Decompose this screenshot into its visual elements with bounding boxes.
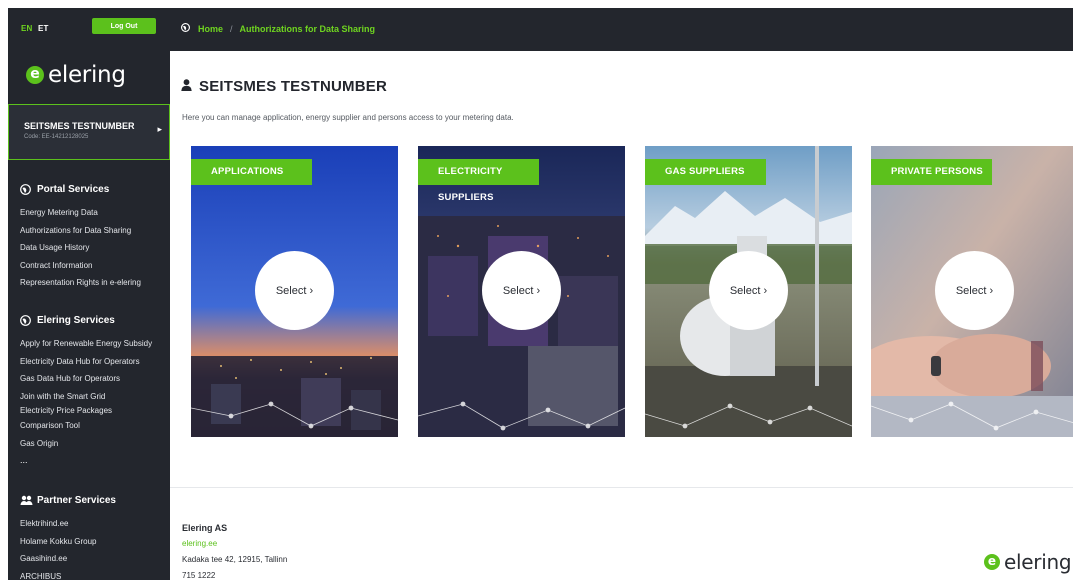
breadcrumb: Home / Authorizations for Data Sharing xyxy=(180,22,376,34)
section-heading: Partner Services xyxy=(20,495,116,506)
elering-logo-icon: e xyxy=(26,66,44,84)
language-switcher: EN ET xyxy=(21,24,49,33)
logout-button[interactable]: Log Out xyxy=(92,18,156,34)
card-gas-suppliers[interactable]: GAS SUPPLIERS Select › xyxy=(645,146,852,437)
sidebar-top: EN ET Log Out xyxy=(8,8,170,52)
lang-et[interactable]: ET xyxy=(38,24,49,33)
sidebar-item-representation-rights[interactable]: Representation Rights in e-elering xyxy=(20,274,141,292)
sidebar-item-electricity-data-hub[interactable]: Electricity Data Hub for Operators xyxy=(20,353,152,371)
footer-divider xyxy=(170,487,1073,488)
sidebar-item-comparison-tool[interactable]: Comparison Tool xyxy=(20,417,152,435)
card-applications[interactable]: APPLICATIONS Select › xyxy=(191,146,398,437)
user-profile-box[interactable]: SEITSMES TESTNUMBER Code: EE-14212128025… xyxy=(8,104,170,160)
sidebar-item-gas-data-hub[interactable]: Gas Data Hub for Operators xyxy=(20,370,152,388)
select-electricity-suppliers-button[interactable]: Select › xyxy=(482,251,561,330)
card-private-persons[interactable]: PRIVATE PERSONS Select › xyxy=(871,146,1073,437)
elering-services-section: Elering Services Apply for Renewable Ene… xyxy=(20,315,152,467)
footer-website-link[interactable]: elering.ee xyxy=(182,539,217,548)
portal-services-section: Portal Services Energy Metering Data Aut… xyxy=(20,184,141,292)
sidebar-item-data-usage-history[interactable]: Data Usage History xyxy=(20,239,141,257)
more-indicator[interactable]: ... xyxy=(20,453,152,467)
logo-text: elering xyxy=(48,62,126,88)
sidebar-item-energy-metering-data[interactable]: Energy Metering Data xyxy=(20,204,141,222)
app-root: EN ET Log Out e elering SEITSMES TESTNUM… xyxy=(0,0,1073,580)
footer-address: Kadaka tee 42, 12915, Tallinn xyxy=(182,555,288,564)
page-title: SEITSMES TESTNUMBER xyxy=(181,78,387,95)
footer-phone: 715 1222 xyxy=(182,571,216,580)
top-bar: Home / Authorizations for Data Sharing xyxy=(170,8,1073,51)
sidebar-item-elektrihind[interactable]: Elektrihind.ee xyxy=(20,515,116,533)
section-heading: Elering Services xyxy=(20,315,152,326)
sidebar-item-gas-origin[interactable]: Gas Origin xyxy=(20,435,152,453)
page-title-text: SEITSMES TESTNUMBER xyxy=(199,78,387,95)
breadcrumb-home-link[interactable]: Home xyxy=(198,24,223,34)
sidebar-item-holame-kokku[interactable]: Holame Kokku Group xyxy=(20,533,116,551)
globe-icon xyxy=(20,184,31,195)
section-title: Partner Services xyxy=(37,495,116,506)
card-tag-gas-suppliers: GAS SUPPLIERS xyxy=(645,159,766,185)
select-gas-suppliers-button[interactable]: Select › xyxy=(709,251,788,330)
footer-company: Elering AS xyxy=(182,523,228,533)
user-icon xyxy=(181,79,192,94)
section-title: Elering Services xyxy=(37,315,115,326)
lang-en[interactable]: EN xyxy=(21,24,33,33)
sidebar-item-authorizations[interactable]: Authorizations for Data Sharing xyxy=(20,222,141,240)
section-title: Portal Services xyxy=(37,184,110,195)
breadcrumb-current-link[interactable]: Authorizations for Data Sharing xyxy=(240,24,376,34)
globe-icon xyxy=(180,22,191,34)
sidebar-item-price-packages[interactable]: Electricity Price Packages xyxy=(20,405,152,417)
handshake-icon xyxy=(20,495,33,506)
chevron-right-icon: ▸ xyxy=(157,124,162,134)
elering-logo-icon: e xyxy=(984,554,1000,570)
card-tag-applications: APPLICATIONS xyxy=(191,159,312,185)
globe-icon xyxy=(20,315,31,326)
user-name: SEITSMES TESTNUMBER xyxy=(24,121,135,131)
card-electricity-suppliers[interactable]: ELECTRICITY SUPPLIERS Select › xyxy=(418,146,625,437)
card-tag-electricity-suppliers: ELECTRICITY SUPPLIERS xyxy=(418,159,539,203)
section-heading: Portal Services xyxy=(20,184,141,195)
footer-elering-logo[interactable]: e elering xyxy=(984,550,1072,574)
sidebar-item-smart-grid[interactable]: Join with the Smart Grid xyxy=(20,388,152,406)
user-code: Code: EE-14212128025 xyxy=(24,134,89,140)
sidebar-item-contract-information[interactable]: Contract Information xyxy=(20,257,141,275)
sidebar-item-renewable-subsidy[interactable]: Apply for Renewable Energy Subsidy xyxy=(20,335,152,353)
breadcrumb-separator: / xyxy=(230,23,233,34)
footer-logo-text: elering xyxy=(1004,550,1072,574)
partner-services-section: Partner Services Elektrihind.ee Holame K… xyxy=(20,495,116,580)
sidebar-item-archibus[interactable]: ARCHIBUS xyxy=(20,568,116,580)
select-applications-button[interactable]: Select › xyxy=(255,251,334,330)
select-private-persons-button[interactable]: Select › xyxy=(935,251,1014,330)
card-tag-private-persons: PRIVATE PERSONS xyxy=(871,159,992,185)
page-description: Here you can manage application, energy … xyxy=(182,113,514,122)
sidebar: EN ET Log Out e elering SEITSMES TESTNUM… xyxy=(8,8,170,580)
sidebar-item-gaasihind[interactable]: Gaasihind.ee xyxy=(20,550,116,568)
footer: Elering AS elering.ee Kadaka tee 42, 129… xyxy=(182,520,287,580)
elering-logo[interactable]: e elering xyxy=(26,62,126,88)
